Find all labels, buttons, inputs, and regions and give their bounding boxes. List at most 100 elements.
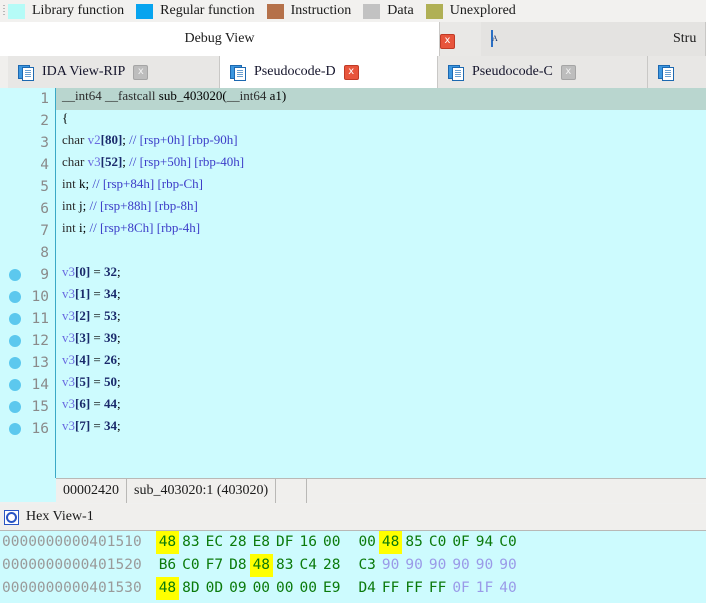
- hex-byte[interactable]: C3: [355, 554, 378, 577]
- hex-byte[interactable]: E8: [250, 531, 273, 554]
- line-number: 6: [40, 201, 49, 217]
- close-icon[interactable]: x: [133, 64, 149, 80]
- hex-byte[interactable]: 16: [297, 531, 320, 554]
- tab-pseudocode-d[interactable]: Pseudocode-D x: [220, 56, 438, 88]
- legend-item-4: Unexplored: [425, 3, 528, 19]
- hex-byte[interactable]: DF: [273, 531, 296, 554]
- document-icon: [230, 64, 246, 81]
- hex-byte[interactable]: FF: [426, 577, 449, 600]
- line-number: 1: [40, 91, 49, 107]
- hex-byte[interactable]: 48: [249, 554, 274, 577]
- tab-structures[interactable]: Stru: [481, 22, 706, 56]
- hex-byte[interactable]: 90: [379, 554, 402, 577]
- code-line[interactable]: 10 v3[1] = 34;: [0, 286, 706, 308]
- line-number: 10: [31, 289, 49, 305]
- document-icon: [448, 64, 464, 81]
- hex-byte[interactable]: 00: [320, 531, 343, 554]
- code-line[interactable]: 5 int k; // [rsp+84h] [rbp-Ch]: [0, 176, 706, 198]
- code-line[interactable]: 9 v3[0] = 32;: [0, 264, 706, 286]
- window-a-glyph: [491, 30, 493, 47]
- close-icon[interactable]: x: [560, 64, 576, 80]
- hex-byte[interactable]: 00: [355, 531, 378, 554]
- code-line[interactable]: 14 v3[5] = 50;: [0, 374, 706, 396]
- tab-pseudocode-c[interactable]: Pseudocode-C x: [438, 56, 648, 88]
- tab-ida-view-rip[interactable]: IDA View-RIP x: [8, 56, 220, 88]
- hex-byte[interactable]: F7: [203, 554, 226, 577]
- hex-byte[interactable]: 83: [179, 531, 202, 554]
- hex-view-header[interactable]: Hex View-1: [0, 504, 706, 530]
- line-number: 12: [31, 333, 49, 349]
- hex-byte[interactable]: C0: [496, 531, 519, 554]
- code-line[interactable]: 11 v3[2] = 53;: [0, 308, 706, 330]
- hex-byte[interactable]: C0: [179, 554, 202, 577]
- hex-byte[interactable]: D4: [355, 577, 378, 600]
- hex-byte[interactable]: 28: [320, 554, 343, 577]
- hex-byte[interactable]: 90: [402, 554, 425, 577]
- window-a-icon[interactable]: [491, 30, 493, 47]
- hex-address: 0000000000401520: [2, 557, 142, 573]
- hex-byte[interactable]: EC: [203, 531, 226, 554]
- code-text: __int64 __fastcall sub_403020(__int64 a1…: [62, 88, 287, 103]
- hex-byte[interactable]: 90: [473, 554, 496, 577]
- hex-byte[interactable]: C0: [426, 531, 449, 554]
- hex-byte[interactable]: 0F: [449, 577, 472, 600]
- hex-byte[interactable]: 0D: [203, 577, 226, 600]
- code-line[interactable]: 2{: [0, 110, 706, 132]
- hex-byte[interactable]: 00: [250, 577, 273, 600]
- hex-row[interactable]: 0000000000401510 48 83 EC 28 E8 DF 16 00 00 48 85 C0…: [0, 531, 706, 554]
- code-line[interactable]: 8: [0, 242, 706, 264]
- hex-byte[interactable]: 8D: [179, 577, 202, 600]
- code-line[interactable]: 6 int j; // [rsp+88h] [rbp-8h]: [0, 198, 706, 220]
- hex-view-body[interactable]: 0000000000401510 48 83 EC 28 E8 DF 16 00 00 48 85 C0…: [0, 530, 706, 603]
- code-line[interactable]: 7 int i; // [rsp+8Ch] [rbp-4h]: [0, 220, 706, 242]
- tab-debug-view-close[interactable]: x: [440, 31, 455, 49]
- code-line[interactable]: 3 char v2[80]; // [rsp+0h] [rbp-90h]: [0, 132, 706, 154]
- line-number: 11: [31, 311, 49, 327]
- close-icon[interactable]: x: [343, 64, 359, 80]
- bottom-tab-row: IDA View-RIP x Pseudocode-D x Pseudocode…: [0, 56, 706, 88]
- tab-debug-view[interactable]: Debug View: [0, 22, 440, 56]
- editor-status-bar: 00002420 sub_403020:1 (403020): [56, 478, 706, 503]
- code-line[interactable]: 4 char v3[52]; // [rsp+50h] [rbp-40h]: [0, 154, 706, 176]
- code-line[interactable]: 15 v3[6] = 44;: [0, 396, 706, 418]
- hex-byte[interactable]: 00: [273, 577, 296, 600]
- hex-byte[interactable]: 48: [378, 531, 403, 554]
- code-line[interactable]: 1 __int64 __fastcall sub_403020(__int64 a…: [0, 88, 706, 110]
- hex-byte[interactable]: 90: [426, 554, 449, 577]
- hex-byte[interactable]: 40: [496, 577, 519, 600]
- hex-byte[interactable]: E9: [320, 577, 343, 600]
- tab-partial-next[interactable]: [648, 56, 706, 88]
- code-text: {: [62, 110, 69, 125]
- line-number: 5: [40, 179, 49, 195]
- hex-byte[interactable]: 48: [155, 531, 180, 554]
- hex-byte[interactable]: 94: [473, 531, 496, 554]
- hex-byte[interactable]: 09: [226, 577, 249, 600]
- hex-byte[interactable]: 28: [226, 531, 249, 554]
- hex-byte[interactable]: 90: [496, 554, 519, 577]
- hex-byte[interactable]: FF: [402, 577, 425, 600]
- hex-byte[interactable]: 48: [155, 577, 180, 600]
- hex-byte[interactable]: FF: [379, 577, 402, 600]
- document-icon: [18, 64, 34, 81]
- hex-byte[interactable]: 00: [297, 577, 320, 600]
- pseudocode-editor[interactable]: 1 __int64 __fastcall sub_403020(__int64 a…: [0, 88, 706, 480]
- hex-byte[interactable]: 1F: [473, 577, 496, 600]
- line-number: 13: [31, 355, 49, 371]
- legend-label: Library function: [32, 3, 125, 18]
- hex-byte[interactable]: 85: [402, 531, 425, 554]
- hex-byte[interactable]: 0F: [449, 531, 472, 554]
- hex-row[interactable]: 0000000000401520 B6 C0 F7 D8 48 83 C4 28 C3 90 90 90…: [0, 554, 706, 577]
- line-number: 14: [31, 377, 49, 393]
- hex-byte[interactable]: D8: [226, 554, 249, 577]
- code-text: v3[4] = 26;: [62, 352, 121, 367]
- code-line[interactable]: 12 v3[3] = 39;: [0, 330, 706, 352]
- code-line[interactable]: 16 v3[7] = 34;: [0, 418, 706, 440]
- code-text: v3[2] = 53;: [62, 308, 121, 323]
- hex-byte[interactable]: 83: [273, 554, 296, 577]
- hex-byte[interactable]: B6: [156, 554, 179, 577]
- hex-byte[interactable]: 90: [449, 554, 472, 577]
- hex-byte[interactable]: C4: [297, 554, 320, 577]
- hex-row[interactable]: 0000000000401530 48 8D 0D 09 00 00 00 E9 D4 FF FF FF…: [0, 577, 706, 600]
- code-line[interactable]: 13 v3[4] = 26;: [0, 352, 706, 374]
- toolbar-grip[interactable]: [0, 0, 8, 22]
